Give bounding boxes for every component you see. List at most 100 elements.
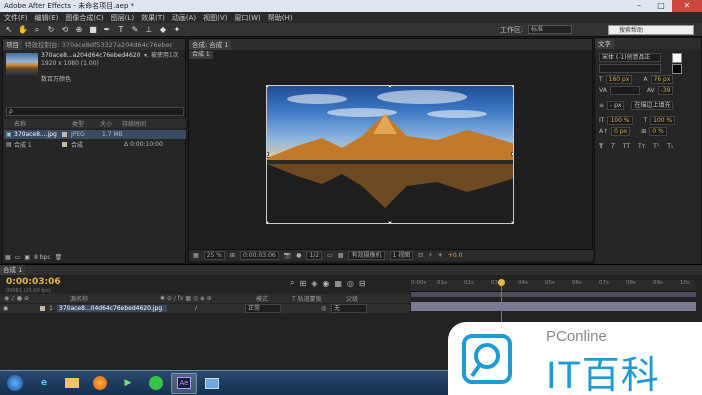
search-help-input[interactable]: 搜索帮助 [608, 25, 694, 35]
visibility-icon[interactable]: ◉ [0, 305, 12, 312]
faux-bold-button[interactable]: T [599, 143, 603, 150]
tab-character[interactable]: 文字 [595, 38, 614, 49]
region-of-interest-icon[interactable]: ▭ [327, 252, 333, 259]
clone-tool-icon[interactable]: ⊥ [144, 25, 154, 35]
stroke-width-field[interactable]: - px [607, 101, 625, 110]
resolution-select[interactable]: 1/2 [306, 251, 323, 260]
transform-handle[interactable] [511, 152, 513, 156]
small-caps-button[interactable]: Tт [638, 143, 645, 150]
horizontal-scale-field[interactable]: 100 % [650, 116, 676, 125]
leading-field[interactable]: 76 px [650, 75, 674, 84]
tab-project[interactable]: 项目 [3, 39, 22, 50]
transform-handle[interactable] [267, 152, 269, 156]
shy-icon[interactable]: ◉ [322, 279, 329, 288]
trash-icon[interactable]: 🗑 [55, 254, 63, 261]
explorer-icon[interactable] [59, 373, 85, 394]
kerning-field[interactable] [609, 86, 640, 95]
transform-handle[interactable] [267, 86, 269, 88]
blend-mode-select[interactable]: 正常 [245, 304, 281, 313]
transparency-grid-icon[interactable]: ▩ [338, 252, 344, 259]
layer-name[interactable]: 370ace8...04d64c76ebed4620.jpg [57, 305, 167, 312]
camera-select[interactable]: 有效摄像机 [348, 251, 385, 260]
close-button[interactable]: ✕ [672, 0, 702, 12]
always-preview-icon[interactable]: ▦ [193, 252, 199, 259]
rectangle-tool-icon[interactable]: ■ [88, 25, 98, 35]
start-icon[interactable] [1, 373, 29, 394]
fast-preview-icon[interactable]: ⚡ [428, 252, 432, 259]
time-ruler[interactable]: 0:00s 01s 02s 03s 04s 05s 06s 07s 08s 09… [411, 280, 695, 292]
workspace-select[interactable]: 标准 [528, 25, 572, 34]
parent-pickwhip-icon[interactable]: ◎ [321, 305, 331, 312]
col-source-name[interactable]: 源名称 [40, 294, 160, 303]
brush-tool-icon[interactable]: ✎ [130, 25, 140, 35]
layer-label-color[interactable] [40, 306, 45, 311]
all-caps-button[interactable]: TT [623, 143, 630, 150]
menu-layer[interactable]: 图层(L) [111, 13, 134, 23]
interpret-footage-icon[interactable]: ▦ [5, 254, 11, 261]
minimize-button[interactable]: – [628, 0, 650, 12]
toggle-pixel-aspect-icon[interactable]: ⊡ [418, 252, 423, 259]
draft-3d-icon[interactable]: ◈ [311, 279, 317, 288]
show-channel-icon[interactable]: ● [296, 252, 301, 259]
transform-handle[interactable] [388, 221, 392, 223]
comp-mini-flowchart-icon[interactable]: ⊞ [299, 279, 306, 288]
tab-composition[interactable]: 合成: 合成 1 [189, 39, 232, 50]
menu-composition[interactable]: 图像合成(C) [65, 13, 103, 23]
col-parent[interactable]: 父级 [346, 294, 358, 303]
zoom-tool-icon[interactable]: ⌕ [32, 25, 42, 35]
sub-tab-comp[interactable]: 合成 1 [189, 50, 213, 59]
work-area-bar[interactable] [411, 292, 696, 297]
transform-handle[interactable] [388, 86, 392, 88]
360-icon[interactable] [143, 373, 169, 394]
ie-icon[interactable]: e [31, 373, 57, 394]
font-family-select[interactable]: 宋体 (-1)创意品正 [599, 53, 661, 62]
puppet-tool-icon[interactable]: ✦ [172, 25, 182, 35]
font-size-field[interactable]: 160 px [605, 75, 633, 84]
col-duration[interactable]: 持续时间 [122, 119, 172, 128]
camera-tool-icon[interactable]: ⟲ [60, 25, 70, 35]
col-type[interactable]: 类型 [62, 119, 100, 128]
viewer-timecode[interactable]: 0:00:03:06 [239, 251, 279, 260]
zoom-select[interactable]: 25 % [203, 251, 225, 260]
timeline-timecode[interactable]: 0:00:03:06 [6, 277, 61, 287]
snapshot-icon[interactable]: 📷 [284, 252, 291, 259]
table-row[interactable]: ▣ 370ace8....jpg JPEG 1.7 MB [4, 130, 186, 139]
maximize-button[interactable]: □ [650, 0, 672, 12]
selection-tool-icon[interactable]: ↖ [4, 25, 14, 35]
pan-behind-tool-icon[interactable]: ⊕ [74, 25, 84, 35]
fx-switch-icon[interactable]: ∕ [195, 305, 245, 312]
baseline-shift-field[interactable]: 0 px [611, 127, 631, 136]
fill-color-swatch[interactable] [672, 52, 682, 63]
stroke-color-swatch[interactable] [672, 63, 682, 74]
menu-view[interactable]: 视图(V) [203, 13, 227, 23]
after-effects-icon[interactable]: Ae [171, 372, 197, 394]
layer-duration-bar[interactable] [411, 302, 696, 311]
table-row[interactable]: ▤ 合成 1 合成 Δ 0:00:10:00 [4, 140, 186, 149]
project-search-input[interactable]: ρ [6, 107, 184, 116]
menu-file[interactable]: 文件(F) [4, 13, 28, 23]
col-mode[interactable]: 模式 [256, 294, 292, 303]
view-layout-select[interactable]: 1 视图 [389, 251, 414, 260]
media-player-icon[interactable]: ▶ [115, 373, 141, 394]
tsume-field[interactable]: 0 % [649, 127, 667, 136]
safe-zone-icon[interactable]: ⊞ [230, 252, 235, 259]
menu-help[interactable]: 帮助(H) [268, 13, 293, 23]
search-icon[interactable]: ⌕ [290, 278, 294, 288]
firefox-icon[interactable] [87, 373, 113, 394]
rotate-tool-icon[interactable]: ↻ [46, 25, 56, 35]
tab-effect-controls[interactable]: 特效控制台: 370ace8df53327a204d64c76ebed46 [22, 40, 172, 50]
vertical-scale-field[interactable]: 100 % [607, 116, 633, 125]
subscript-button[interactable]: T₁ [667, 143, 673, 150]
transform-handle[interactable] [267, 221, 269, 223]
table-row[interactable]: ◉ 1 370ace8...04d64c76ebed4620.jpg ∕ 正常 … [0, 304, 410, 313]
col-trkmat[interactable]: T 轨道蒙板 [292, 294, 346, 303]
menu-edit[interactable]: 编辑(E) [35, 13, 59, 23]
tab-timeline-comp[interactable]: 合成 1 [0, 265, 26, 275]
menu-effect[interactable]: 效果(T) [141, 13, 165, 23]
col-size[interactable]: 大小 [100, 119, 122, 128]
exposure-icon[interactable]: ☀ [437, 252, 442, 259]
parent-select[interactable]: 无 [331, 304, 367, 313]
type-tool-icon[interactable]: T [116, 25, 126, 35]
exposure-value[interactable]: +0.0 [448, 252, 463, 259]
col-name[interactable]: 名称 [4, 119, 62, 128]
